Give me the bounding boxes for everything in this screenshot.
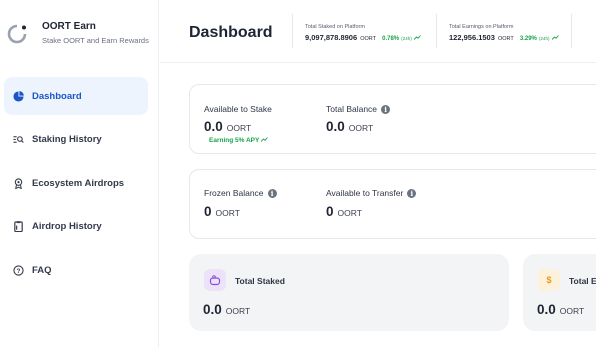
sidebar-item-label: Staking History bbox=[32, 134, 102, 145]
total-balance-label: Total Balance i bbox=[326, 104, 391, 114]
total-staked-on-platform-stat: Total Staked on Platform 9,097,878.8906 … bbox=[305, 24, 421, 42]
brand[interactable]: OORT Earn Stake OORT and Earn Rewards bbox=[6, 20, 156, 50]
header-divider bbox=[436, 14, 437, 48]
trend-up-icon bbox=[260, 137, 268, 142]
stat-value: 122,956.1503 OORT 3.29% (24h) bbox=[449, 33, 559, 42]
frozen-balance-value: 0 OORT bbox=[204, 204, 240, 219]
stat-change: 3.29% bbox=[519, 36, 537, 42]
stat-unit: OORT bbox=[360, 36, 377, 42]
sidebar-item-ecosystem-airdrops[interactable]: Ecosystem Airdrops bbox=[4, 164, 148, 202]
sidebar-item-label: Dashboard bbox=[32, 90, 82, 102]
available-to-stake-value: 0.0 OORT bbox=[204, 119, 251, 134]
sidebar-item-dashboard[interactable]: Dashboard bbox=[4, 77, 148, 115]
apy-badge: Earning 5% APY bbox=[209, 137, 268, 144]
available-to-stake-label: Available to Stake bbox=[204, 104, 272, 114]
label-text: Total Balance bbox=[326, 104, 378, 114]
pie-chart-icon bbox=[12, 90, 24, 102]
header: Dashboard Total Staked on Platform 9,097… bbox=[160, 0, 596, 63]
total-staked-card: Total Staked 0.0 OORT bbox=[189, 254, 509, 331]
question-circle-icon: ? bbox=[12, 264, 24, 276]
list-search-icon bbox=[12, 134, 24, 146]
medal-icon bbox=[12, 177, 24, 189]
value-unit: OORT bbox=[348, 123, 374, 133]
sidebar-nav: Dashboard Staking History Ecosystem Aird… bbox=[4, 77, 148, 295]
value-unit: OORT bbox=[215, 208, 240, 218]
trend-up-icon bbox=[413, 35, 421, 40]
stat-period: (24h) bbox=[538, 36, 550, 41]
total-earned-card: $ Total E 0.0 OORT bbox=[523, 254, 596, 331]
dollar-icon: $ bbox=[538, 269, 560, 291]
value-unit: OORT bbox=[337, 208, 362, 218]
oort-logo-icon bbox=[7, 24, 27, 44]
apy-text: Earning 5% APY bbox=[209, 137, 260, 144]
stat-label: Total Staked on Platform bbox=[305, 24, 365, 30]
info-icon[interactable]: i bbox=[381, 104, 391, 114]
sidebar: OORT Earn Stake OORT and Earn Rewards Da… bbox=[0, 0, 159, 347]
piggy-bank-icon bbox=[204, 269, 226, 291]
value-unit: OORT bbox=[225, 306, 251, 316]
value-number: 0 bbox=[204, 204, 212, 219]
sidebar-item-airdrop-history[interactable]: Airdrop History bbox=[4, 208, 148, 246]
label-text: Available to Transfer bbox=[326, 188, 404, 198]
value-number: 0.0 bbox=[204, 119, 223, 134]
total-staked-value: 0.0 OORT bbox=[203, 302, 250, 317]
frozen-balance-label: Frozen Balance i bbox=[204, 188, 277, 198]
value-number: 0.0 bbox=[203, 302, 222, 317]
svg-text:?: ? bbox=[16, 267, 20, 274]
header-divider bbox=[292, 14, 293, 48]
sidebar-item-faq[interactable]: ? FAQ bbox=[4, 251, 148, 289]
total-earnings-on-platform-stat: Total Earnings on Platform 122,956.1503 … bbox=[449, 24, 559, 42]
value-number: 0.0 bbox=[326, 119, 345, 134]
clipboard-icon bbox=[12, 221, 24, 233]
total-balance-value: 0.0 OORT bbox=[326, 119, 373, 134]
brand-tagline: Stake OORT and Earn Rewards bbox=[42, 36, 149, 45]
stat-period: (24h) bbox=[401, 36, 412, 41]
value-unit: OORT bbox=[226, 123, 252, 133]
sidebar-item-label: Ecosystem Airdrops bbox=[32, 177, 125, 189]
brand-name: OORT Earn bbox=[42, 21, 96, 32]
label-text: Frozen Balance bbox=[204, 188, 264, 198]
value-number: 0.0 bbox=[537, 302, 556, 317]
stat-number: 9,097,878.8906 bbox=[305, 33, 358, 42]
balance-card: Frozen Balance i 0 OORT Available to Tran… bbox=[189, 169, 596, 239]
total-earned-value: 0.0 OORT bbox=[537, 302, 584, 317]
stat-number: 122,956.1503 bbox=[449, 33, 495, 42]
total-earned-title: Total E bbox=[569, 276, 596, 286]
stat-unit: OORT bbox=[497, 36, 514, 42]
balance-card: Available to Stake 0.0 OORT Earning 5% AP… bbox=[189, 84, 596, 154]
total-staked-title: Total Staked bbox=[235, 276, 285, 286]
value-unit: OORT bbox=[559, 306, 585, 316]
info-icon[interactable]: i bbox=[267, 188, 277, 198]
stat-label: Total Earnings on Platform bbox=[449, 24, 514, 30]
available-to-transfer-value: 0 OORT bbox=[326, 204, 362, 219]
available-to-transfer-label: Available to Transfer i bbox=[326, 188, 417, 198]
header-divider bbox=[571, 14, 572, 48]
stat-change: 0.78% bbox=[382, 36, 400, 42]
stat-value: 9,097,878.8906 OORT 0.78% (24h) bbox=[305, 33, 421, 42]
sidebar-item-label: FAQ bbox=[32, 264, 52, 276]
value-number: 0 bbox=[326, 204, 334, 219]
trend-up-icon bbox=[551, 35, 559, 40]
info-icon[interactable]: i bbox=[407, 188, 417, 198]
page-title: Dashboard bbox=[189, 24, 273, 41]
sidebar-item-staking-history[interactable]: Staking History bbox=[4, 121, 148, 159]
sidebar-item-label: Airdrop History bbox=[32, 221, 102, 232]
